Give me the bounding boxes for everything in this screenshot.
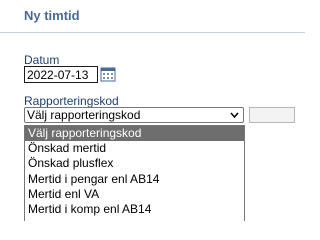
new-time-entry-panel: Ny timtid Datum Rapporteringskod Välj ra… [0, 0, 305, 221]
date-label: Datum [24, 53, 60, 67]
calendar-icon[interactable] [100, 66, 116, 82]
option-overtime-va[interactable]: Mertid enl VA [25, 187, 244, 202]
date-input[interactable] [24, 66, 98, 83]
header-divider [0, 32, 305, 33]
reporting-code-select[interactable]: Välj rapporteringskod [24, 107, 244, 123]
chevron-down-icon [230, 112, 239, 119]
reporting-code-options: Välj rapporteringskod Önskad mertid Önsk… [24, 125, 245, 221]
option-overtime-money-ab14[interactable]: Mertid i pengar enl AB14 [25, 172, 244, 187]
option-overtime-comp-ab14[interactable]: Mertid i komp enl AB14 [25, 202, 244, 217]
page-title: Ny timtid [24, 8, 80, 23]
reporting-code-label: Rapporteringskod [24, 94, 119, 108]
option-desired-plusflex[interactable]: Önskad plusflex [25, 156, 244, 171]
panel-header: Ny timtid [0, 0, 305, 34]
option-desired-overtime[interactable]: Önskad mertid [25, 141, 244, 156]
select-value: Välj rapporteringskod [27, 108, 141, 122]
option-choose-code[interactable]: Välj rapporteringskod [25, 126, 244, 142]
code-extra-field[interactable] [249, 107, 295, 123]
